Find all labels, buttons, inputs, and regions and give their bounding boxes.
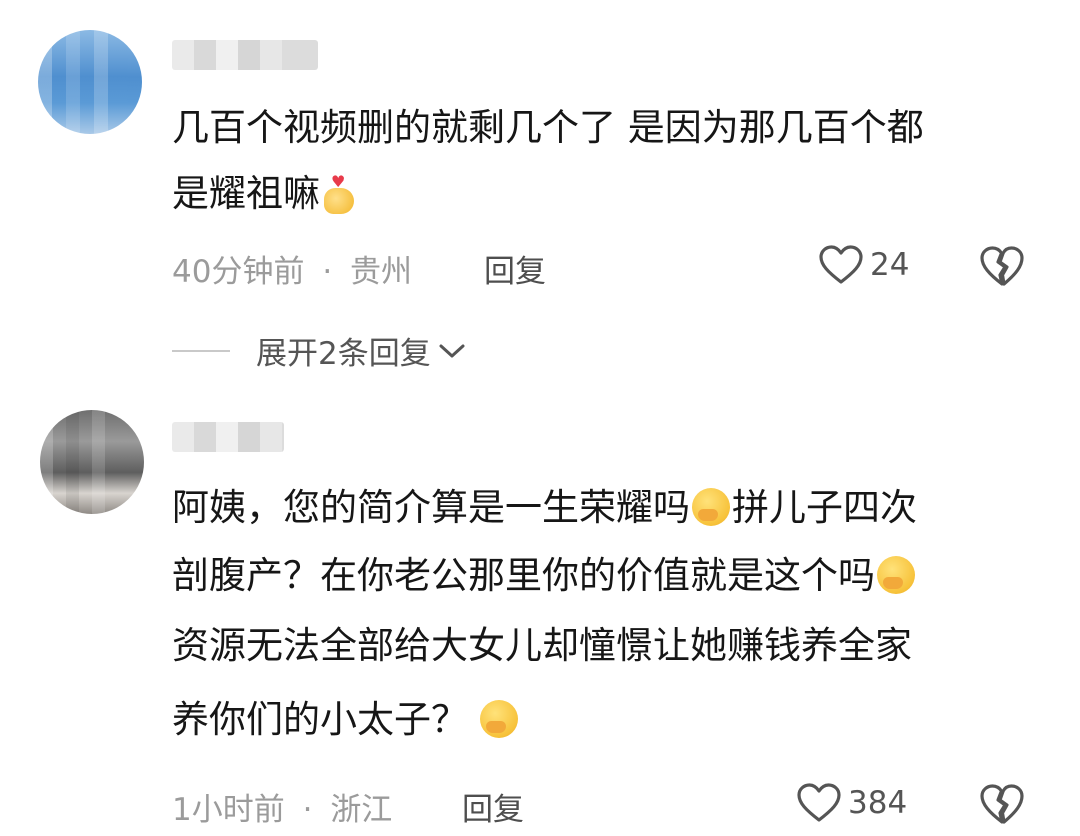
comment-item: 阿姨，您的简介算是一生荣耀吗 拼儿子四次 剖腹产？在你老公那里你的价值就是这个吗 … <box>0 390 1080 836</box>
comment-text-line: 资源无法全部给大女儿却憧憬让她赚钱养全家 <box>172 624 912 667</box>
reply-button[interactable]: 回复 <box>484 246 546 291</box>
hand-over-mouth-emoji <box>480 700 518 738</box>
location: 浙江 <box>330 792 393 828</box>
timestamp: 1小时前 <box>172 792 285 828</box>
comment-item: 几百个视频删的就剩几个了 是因为那几百个都 是耀祖嘛 ♥ 40分钟前 · 贵州 回… <box>0 0 1080 390</box>
hand-over-mouth-emoji <box>877 556 915 594</box>
expand-label: 展开2条回复 <box>256 336 431 372</box>
heart-hands-emoji: ♥ <box>322 174 356 214</box>
heart-outline-icon <box>797 783 841 822</box>
separator-dot: · <box>322 254 333 290</box>
comment-text-line: 几百个视频删的就剩几个了 是因为那几百个都 <box>172 106 924 149</box>
like-count: 384 <box>848 785 908 821</box>
comment-text: 养你们的小太子？ <box>172 688 520 752</box>
comment-text-line: 是耀祖嘛 <box>172 172 320 215</box>
comment-text-line: 拼儿子四次 <box>732 486 917 529</box>
location: 贵州 <box>350 254 413 290</box>
comment-text: 几百个视频删的就剩几个了 是因为那几百个都 <box>172 96 924 160</box>
comment-text: 资源无法全部给大女儿却憧憬让她赚钱养全家 <box>172 614 912 678</box>
username-blurred[interactable] <box>172 422 284 452</box>
like-button[interactable]: 24 <box>818 244 909 286</box>
broken-heart-icon[interactable] <box>978 782 1026 826</box>
separator-dot: · <box>302 792 313 828</box>
comment-text: 阿姨，您的简介算是一生荣耀吗 拼儿子四次 <box>172 476 917 540</box>
comment-text-line: 阿姨，您的简介算是一生荣耀吗 <box>172 486 690 529</box>
username-blurred[interactable] <box>172 40 318 70</box>
chevron-down-icon <box>439 344 465 357</box>
comment-text: 是耀祖嘛 ♥ <box>172 162 356 226</box>
avatar[interactable] <box>38 30 142 134</box>
comment-text: 剖腹产？在你老公那里你的价值就是这个吗 <box>172 544 917 608</box>
avatar[interactable] <box>40 410 144 514</box>
like-count: 24 <box>870 247 910 283</box>
comment-meta: 1小时前 · 浙江 <box>172 784 392 829</box>
comment-meta: 40分钟前 · 贵州 <box>172 246 412 291</box>
broken-heart-icon[interactable] <box>978 244 1026 288</box>
reply-button[interactable]: 回复 <box>462 784 524 829</box>
expand-replies-button[interactable]: 展开2条回复 <box>172 328 467 373</box>
heart-outline-icon <box>819 245 863 284</box>
comment-text-line: 养你们的小太子？ <box>172 698 468 741</box>
comment-text-line: 剖腹产？在你老公那里你的价值就是这个吗 <box>172 554 875 597</box>
like-button[interactable]: 384 <box>796 782 907 824</box>
timestamp: 40分钟前 <box>172 254 305 290</box>
divider-line <box>172 349 230 352</box>
hand-over-mouth-emoji <box>692 488 730 526</box>
